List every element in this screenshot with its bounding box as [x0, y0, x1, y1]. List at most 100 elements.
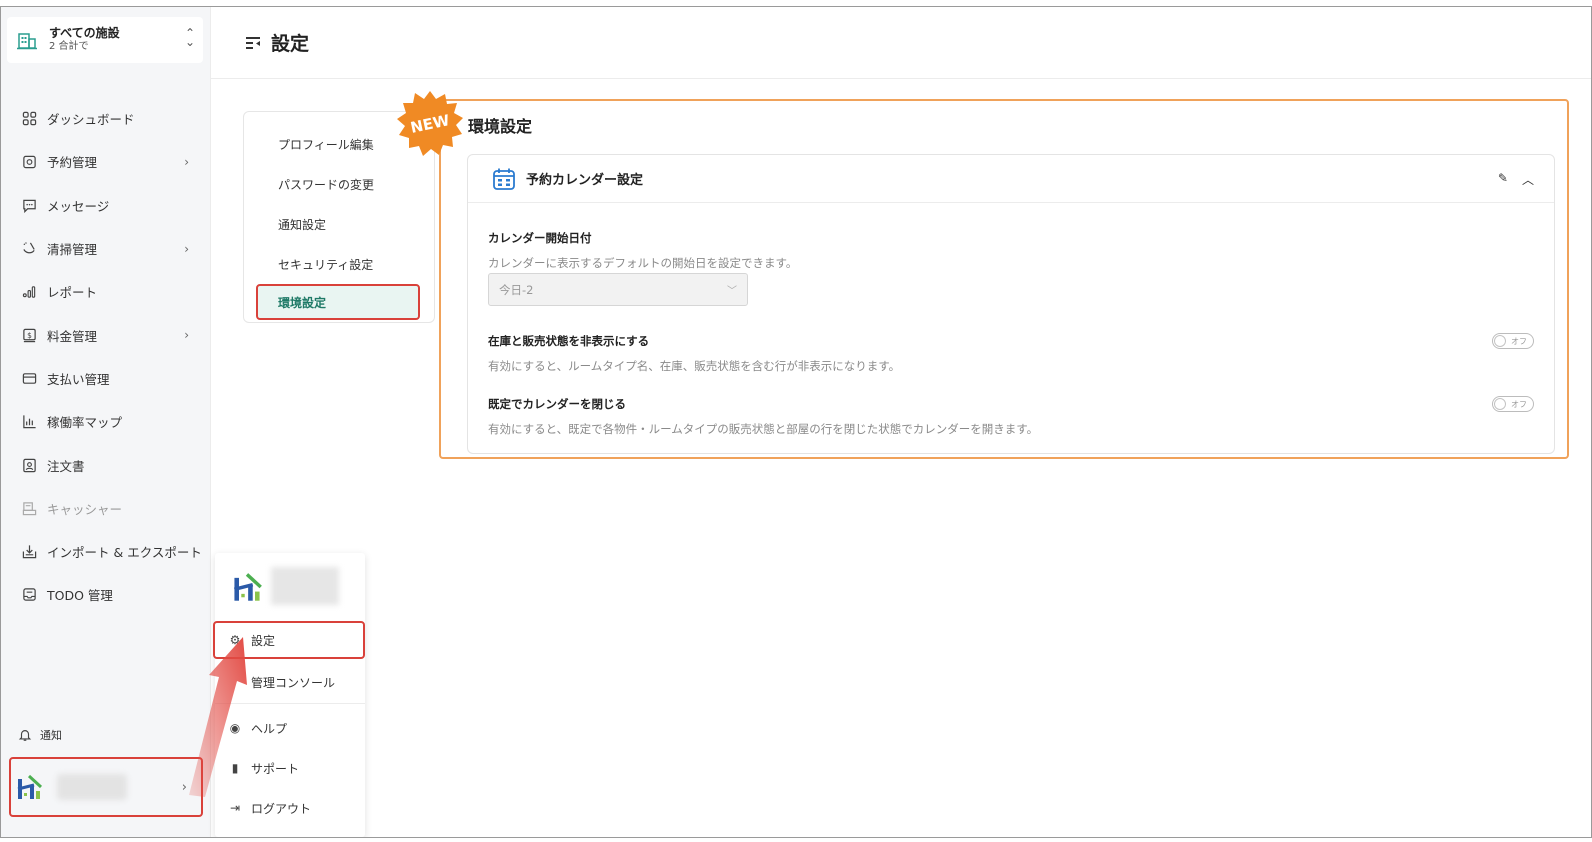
brand-logo-icon — [234, 573, 262, 601]
occupancy-icon — [22, 414, 37, 429]
popup-settings-label: 設定 — [251, 633, 276, 648]
submenu-item-security[interactable]: セキュリティ設定 — [278, 256, 373, 273]
card-header[interactable]: 予約カレンダー設定 ✎ ︿ — [468, 155, 1554, 203]
submenu-item-password[interactable]: パスワードの変更 — [278, 176, 374, 193]
user-popup-menu: ⚙ 設定 管理コンソール ◉ ヘルプ ▮ サポート ⇥ ログアウト — [213, 553, 365, 837]
logout-icon: ⇥ — [229, 801, 241, 815]
dashboard-icon — [22, 111, 37, 126]
notifications-link[interactable]: 通知 — [18, 727, 62, 743]
submenu-item-notifications[interactable]: 通知設定 — [278, 216, 326, 233]
console-icon — [229, 676, 241, 688]
start-date-description: カレンダーに表示するデフォルトの開始日を設定できます。 — [488, 256, 798, 270]
facility-name: すべての施設 — [49, 26, 120, 41]
message-icon — [22, 198, 37, 213]
sidebar-item-label: 料金管理 — [47, 328, 98, 344]
menu-collapse-icon[interactable] — [245, 36, 261, 50]
page-title: 設定 — [271, 33, 310, 55]
sidebar-item-orders[interactable]: 注文書 — [1, 443, 211, 486]
chevron-up-icon[interactable]: ︿ — [1522, 171, 1534, 188]
reservation-icon — [22, 154, 37, 169]
payment-icon — [22, 371, 37, 386]
cleaning-icon — [22, 241, 37, 256]
new-badge: NEW — [397, 91, 463, 156]
toggle-knob — [1494, 398, 1506, 410]
submenu-item-profile[interactable]: プロフィール編集 — [278, 136, 374, 153]
chevron-right-icon: › — [184, 241, 189, 256]
sidebar-item-label: TODO 管理 — [47, 588, 113, 604]
sidebar-item-todo[interactable]: TODO 管理 — [1, 573, 211, 616]
calendar-settings-card: 予約カレンダー設定 ✎ ︿ カレンダー開始日付 カレンダーに表示するデフォルトの… — [467, 154, 1555, 454]
start-date-value: 今日-2 — [499, 282, 534, 297]
popup-admin-console-item[interactable]: 管理コンソール — [215, 663, 365, 701]
sidebar-item-label: 予約管理 — [47, 155, 98, 171]
calendar-icon — [493, 168, 515, 190]
notifications-label: 通知 — [40, 729, 62, 742]
sidebar-item-cashier[interactable]: キャッシャー — [1, 487, 211, 530]
book-icon: ▮ — [231, 761, 239, 775]
popup-logout-item[interactable]: ⇥ ログアウト — [215, 789, 365, 827]
popup-admin-console-label: 管理コンソール — [251, 675, 336, 690]
sidebar-item-cleaning[interactable]: 清掃管理 › — [1, 227, 211, 270]
hide-stock-description: 有効にすると、ルームタイプ名、在庫、販売状態を含む行が非表示になります。 — [488, 359, 901, 373]
sidebar-item-label: 稼働率マップ — [47, 415, 123, 431]
start-date-select[interactable]: 今日-2 ﹀ — [488, 273, 748, 306]
user-menu-button[interactable]: › — [9, 757, 203, 817]
sidebar-item-payments[interactable]: 支払い管理 — [1, 357, 211, 400]
import-export-icon — [22, 544, 37, 559]
sidebar-item-label: 清掃管理 — [47, 242, 98, 258]
hide-stock-toggle[interactable]: オフ — [1492, 333, 1534, 349]
compass-icon: ◉ — [229, 721, 241, 735]
account-name-redacted — [271, 567, 339, 605]
sidebar-nav: ダッシュボード 予約管理 › メッセージ 清掃管理 › レポート $ 料金管理 … — [1, 97, 211, 617]
hide-stock-label: 在庫と販売状態を非表示にする — [488, 334, 650, 348]
menu-divider — [215, 703, 365, 704]
chevron-right-icon: › — [184, 154, 189, 169]
sidebar-item-label: インポート & エクスポート — [47, 545, 202, 561]
brand-logo-icon — [17, 774, 43, 799]
user-name-redacted — [57, 774, 127, 800]
app-window: すべての施設 2 合計で ⌃ ⌄ ダッシュボード 予約管理 › メッセージ 清掃管… — [0, 6, 1592, 838]
chevron-down-icon: ﹀ — [727, 286, 737, 297]
toggle-state: オフ — [1511, 399, 1527, 409]
gear-icon: ⚙ — [229, 633, 241, 647]
section-title: 環境設定 — [468, 117, 533, 136]
facility-switcher[interactable]: すべての施設 2 合計で ⌃ ⌄ — [7, 17, 203, 63]
sidebar-item-reservations[interactable]: 予約管理 › — [1, 140, 211, 183]
sidebar-item-label: 注文書 — [47, 458, 85, 474]
popup-support-label: サポート — [251, 761, 300, 776]
pricing-icon: $ — [22, 328, 37, 343]
facility-count: 2 合計で — [49, 41, 89, 53]
sidebar-item-reports[interactable]: レポート — [1, 270, 211, 313]
sidebar-item-messages[interactable]: メッセージ — [1, 184, 211, 227]
card-title: 予約カレンダー設定 — [526, 173, 644, 188]
close-calendar-description: 有効にすると、既定で各物件・ルームタイプの販売状態と部屋の行を閉じた状態でカレン… — [488, 422, 1039, 436]
close-calendar-toggle[interactable]: オフ — [1492, 396, 1534, 412]
sidebar-item-label: メッセージ — [47, 198, 110, 214]
report-icon — [22, 284, 37, 299]
switch-chevron-icon: ⌃ ⌄ — [184, 26, 195, 49]
sidebar-item-label: ダッシュボード — [47, 112, 135, 128]
popup-help-label: ヘルプ — [251, 721, 288, 736]
popup-logout-label: ログアウト — [251, 801, 312, 816]
toggle-knob — [1494, 335, 1506, 347]
sidebar: すべての施設 2 合計で ⌃ ⌄ ダッシュボード 予約管理 › メッセージ 清掃管… — [1, 7, 211, 837]
edit-icon[interactable]: ✎ — [1498, 171, 1508, 188]
popup-support-item[interactable]: ▮ サポート — [215, 749, 365, 787]
order-icon — [22, 458, 37, 473]
sidebar-item-pricing[interactable]: $ 料金管理 › — [1, 313, 211, 356]
submenu-item-preferences[interactable]: 環境設定 — [256, 284, 420, 320]
sidebar-item-label: レポート — [47, 285, 98, 301]
start-date-label: カレンダー開始日付 — [488, 231, 592, 245]
sidebar-item-import-export[interactable]: インポート & エクスポート — [1, 530, 211, 573]
sidebar-item-label: 支払い管理 — [47, 371, 110, 387]
toggle-state: オフ — [1511, 336, 1527, 346]
sidebar-item-dashboard[interactable]: ダッシュボード — [1, 97, 211, 140]
sidebar-item-occupancy[interactable]: 稼働率マップ — [1, 400, 211, 443]
chevron-right-icon: › — [181, 779, 187, 795]
popup-help-item[interactable]: ◉ ヘルプ — [215, 709, 365, 747]
page-header: 設定 — [211, 7, 1591, 79]
svg-text:$: $ — [27, 330, 32, 339]
sidebar-item-label: キャッシャー — [47, 501, 123, 517]
cashier-icon — [22, 501, 37, 516]
popup-settings-item[interactable]: ⚙ 設定 — [213, 621, 365, 659]
